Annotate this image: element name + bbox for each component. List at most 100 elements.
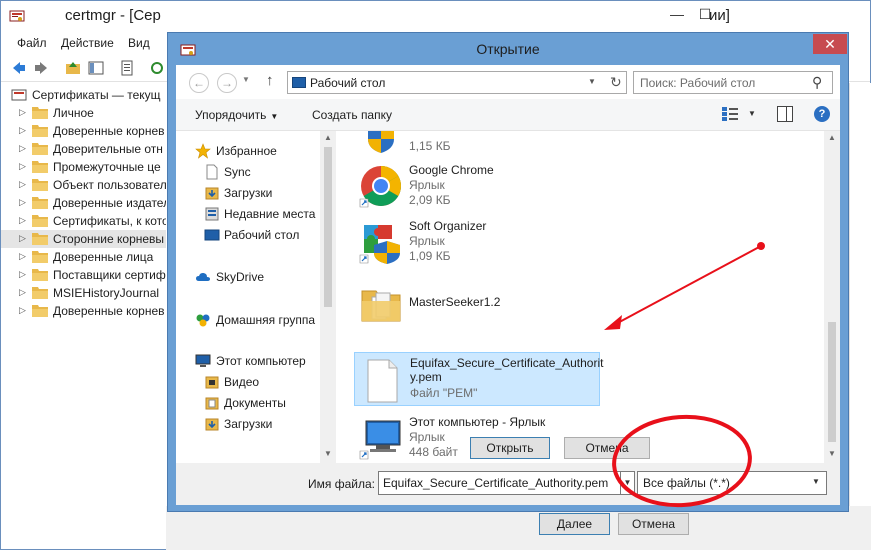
tree-expand-chevron-icon[interactable]: ▷ (19, 215, 26, 226)
filename-input[interactable] (378, 471, 621, 495)
scrollbar-thumb[interactable] (324, 147, 332, 307)
forward-button[interactable]: → (217, 73, 237, 93)
cancel-button[interactable]: Отмена (564, 437, 650, 459)
refresh-icon[interactable] (149, 60, 165, 76)
navigation-scrollbar[interactable]: ▲ ▼ (320, 131, 336, 463)
list-item-equifax-pem[interactable]: Equifax_Secure_Certificate_Authorit y.pe… (354, 352, 603, 406)
nav-item-recent-places[interactable]: Недавние места (176, 205, 336, 223)
tree-expand-chevron-icon[interactable]: ▷ (19, 143, 26, 154)
tree-item[interactable]: ▷ Объект пользовател (1, 176, 166, 194)
nav-item-sync[interactable]: Sync (176, 163, 336, 181)
scroll-down-icon[interactable]: ▼ (324, 449, 332, 458)
nav-item-this-pc[interactable]: Этот компьютер (176, 352, 336, 370)
tree-expand-chevron-icon[interactable]: ▷ (19, 197, 26, 208)
menu-view[interactable]: Вид (128, 36, 150, 50)
tree-item[interactable]: ▷ Доверенные издател (1, 194, 166, 212)
open-button[interactable]: Открыть (470, 437, 550, 459)
back-button[interactable]: ← (189, 73, 209, 93)
scrollbar-thumb[interactable] (828, 322, 836, 442)
computer-icon (195, 354, 211, 367)
tree-item-label: Сторонние корневы (53, 232, 165, 246)
view-options-chevron-down-icon[interactable]: ▼ (748, 109, 756, 118)
search-icon[interactable]: ⚲ (812, 74, 822, 91)
tree-item[interactable]: ▷ Доверенные корнев (1, 122, 166, 140)
tree-item[interactable]: ▷ Сертификаты, к кото (1, 212, 166, 230)
nav-item-documents[interactable]: Документы (176, 394, 336, 412)
search-input[interactable]: Поиск: Рабочий стол ⚲ (633, 71, 833, 94)
up-folder-icon[interactable] (65, 60, 81, 76)
certmgr-content-pane (849, 83, 871, 506)
tree-expand-chevron-icon[interactable]: ▷ (19, 251, 26, 262)
list-item-partial[interactable]: 1,15 КБ (354, 131, 600, 157)
list-item-masterseeker-folder[interactable]: MasterSeeker1.2 (354, 277, 600, 329)
tree-expand-chevron-icon[interactable]: ▷ (19, 287, 26, 298)
file-list-scrollbar[interactable]: ▲ ▼ (824, 131, 840, 463)
tree-item-label: Промежуточные це (53, 160, 161, 174)
nav-item-video[interactable]: Видео (176, 373, 336, 391)
tree-expand-chevron-icon[interactable]: ▷ (19, 107, 26, 118)
tree-item[interactable]: ▷ MSIEHistoryJournal (1, 284, 166, 302)
tree-item[interactable]: ▷ Доверенные корнев (1, 302, 166, 320)
tree-item[interactable]: ▷ Поставщики сертиф (1, 266, 166, 284)
search-placeholder: Поиск: Рабочий стол (640, 76, 756, 90)
nav-item-desktop[interactable]: Рабочий стол (176, 226, 336, 244)
tree-item[interactable]: ▷ Личное (1, 104, 166, 122)
nav-item-homegroup[interactable]: Домашняя группа (176, 311, 336, 329)
forward-arrow-icon[interactable] (33, 60, 49, 76)
tree-expand-chevron-icon[interactable]: ▷ (19, 269, 26, 280)
console-tree-icon[interactable] (88, 60, 104, 76)
back-arrow-icon[interactable] (11, 60, 27, 76)
address-bar[interactable]: Рабочий стол ▼ ↻ (287, 71, 627, 94)
list-item-soft-organizer[interactable]: Soft Organizer Ярлык 1,09 КБ (354, 215, 600, 267)
nav-item-downloads[interactable]: Загрузки (176, 184, 336, 202)
menu-file[interactable]: Файл (17, 36, 47, 50)
file-type: Ярлык (409, 430, 445, 444)
tree-item[interactable]: ▷ Доверенные лица (1, 248, 166, 266)
change-view-icon[interactable] (722, 107, 738, 121)
filetype-value: Все файлы (*.*) (643, 476, 730, 490)
filename-history-chevron-down-icon[interactable]: ▼ (621, 471, 635, 495)
organize-button[interactable]: Упорядочить ▼ (195, 108, 278, 122)
nav-label: Этот компьютер (216, 354, 306, 368)
tree-expand-chevron-icon[interactable]: ▷ (19, 233, 26, 244)
scroll-up-icon[interactable]: ▲ (324, 133, 332, 142)
list-item-google-chrome[interactable]: Google Chrome Ярлык 2,09 КБ (354, 159, 600, 211)
nav-item-skydrive[interactable]: SkyDrive (176, 268, 336, 286)
scroll-down-icon[interactable]: ▼ (828, 449, 836, 458)
maximize-button[interactable]: ☐ (691, 1, 719, 27)
tree-item[interactable]: ▷ Доверительные отн (1, 140, 166, 158)
refresh-icon[interactable]: ↻ (610, 74, 622, 91)
filetype-select[interactable]: Все файлы (*.*) ▼ (637, 471, 827, 495)
wizard-cancel-button[interactable]: Отмена (618, 513, 689, 535)
nav-item-favorites[interactable]: Избранное (176, 142, 336, 160)
recent-locations-chevron-icon[interactable]: ▼ (242, 75, 250, 84)
up-arrow-icon[interactable]: ↑ (266, 72, 274, 89)
downloads-icon (205, 418, 219, 431)
nav-label: Загрузки (224, 186, 273, 200)
folder-icon (32, 233, 48, 245)
nav-label: Документы (224, 396, 286, 410)
help-icon[interactable]: ? (814, 106, 830, 122)
folder-icon (32, 107, 48, 119)
minimize-button[interactable]: — (663, 1, 691, 27)
scroll-up-icon[interactable]: ▲ (828, 133, 836, 142)
desktop-icon (204, 229, 220, 241)
tree-item[interactable]: ▷ Сторонние корневы (1, 230, 166, 248)
nav-item-downloads-pc[interactable]: Загрузки (176, 415, 336, 433)
tree-expand-chevron-icon[interactable]: ▷ (19, 161, 26, 172)
new-folder-button[interactable]: Создать папку (312, 108, 392, 122)
dialog-close-button[interactable]: ✕ (813, 34, 847, 54)
tree-root[interactable]: Сертификаты — текущ (1, 86, 166, 104)
next-button[interactable]: Далее (539, 513, 610, 535)
preview-pane-icon[interactable] (777, 106, 793, 122)
tree-expand-chevron-icon[interactable]: ▷ (19, 125, 26, 136)
menu-action[interactable]: Действие (61, 36, 114, 50)
tree-root-label: Сертификаты — текущ (32, 88, 161, 102)
tree-expand-chevron-icon[interactable]: ▷ (19, 305, 26, 316)
tree-expand-chevron-icon[interactable]: ▷ (19, 179, 26, 190)
address-dropdown-chevron-icon[interactable]: ▼ (588, 77, 596, 86)
tree-item[interactable]: ▷ Промежуточные це (1, 158, 166, 176)
dialog-title-bar: Открытие ✕ (168, 33, 848, 65)
tree-item-label: Доверительные отн (53, 142, 163, 156)
properties-icon[interactable] (119, 60, 135, 76)
